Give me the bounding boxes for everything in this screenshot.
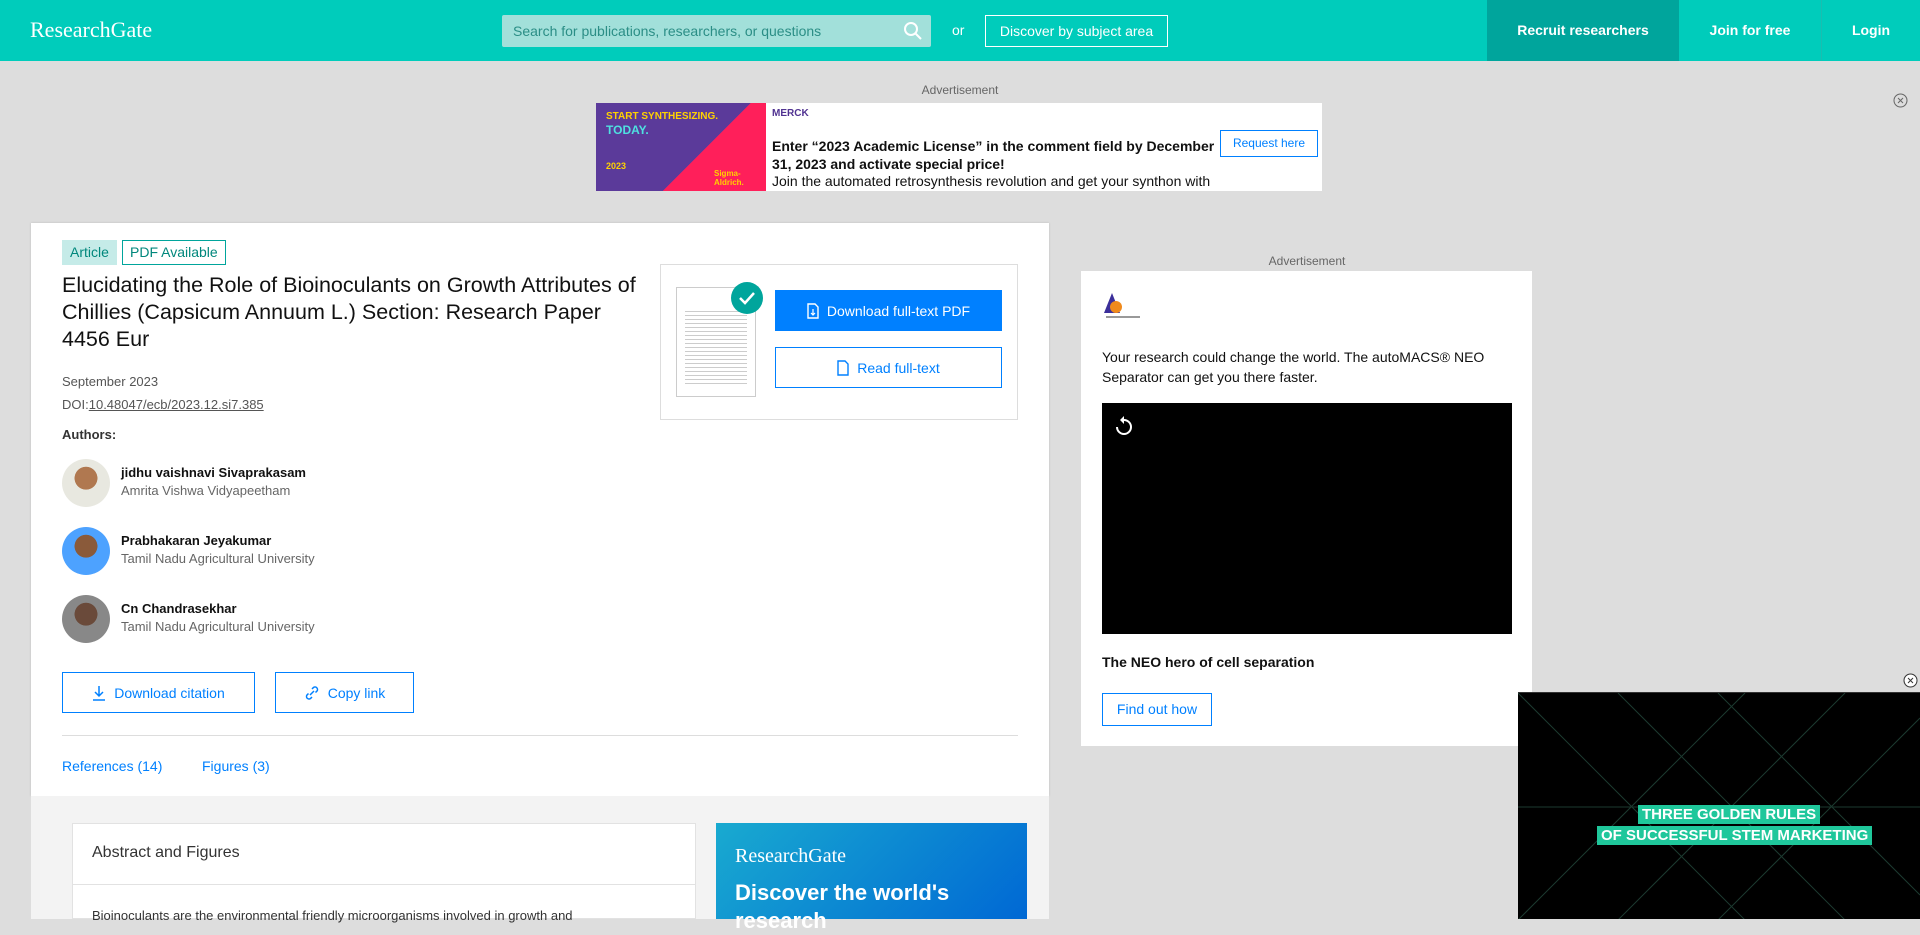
ad-image-text: 2023 (606, 161, 627, 171)
search-box[interactable] (502, 15, 931, 47)
button-label: Copy link (327, 684, 386, 701)
button-label: Download citation (114, 684, 225, 701)
login-button[interactable]: Login (1822, 0, 1920, 61)
ad-image-text: TODAY. (606, 123, 649, 137)
download-icon (93, 685, 106, 701)
abstract-heading: Abstract and Figures (92, 844, 240, 861)
abstract-card: Abstract and Figures Bioinoculants are t… (72, 823, 696, 923)
author-name[interactable]: Prabhakaran Jeyakumar (121, 533, 271, 548)
tab-references[interactable]: References (14) (62, 758, 162, 774)
pdf-file-icon (807, 302, 819, 319)
pdf-available-badge: PDF Available (122, 240, 226, 265)
video-player[interactable] (1102, 403, 1512, 634)
ad-heading: The NEO hero of cell separation (1102, 654, 1315, 670)
find-out-how-button[interactable]: Find out how (1102, 693, 1212, 726)
top-ad-banner[interactable]: START SYNTHESIZING. TODAY. 2023 Sigma-Al… (596, 103, 1322, 191)
video-text: OF SUCCESSFUL STEM MARKETING (1597, 826, 1873, 845)
recruit-researchers-button[interactable]: Recruit researchers (1487, 0, 1679, 61)
ad-headline: Enter “2023 Academic License” in the com… (772, 138, 1215, 172)
logo[interactable]: ResearchGate (30, 17, 152, 43)
copy-link-button[interactable]: Copy link (275, 672, 414, 713)
read-fulltext-button[interactable]: Read full-text (775, 347, 1002, 388)
promo-headline: Discover the world's research (735, 880, 950, 933)
side-ad[interactable]: Your research could change the world. Th… (1081, 271, 1532, 746)
publication-date: September 2023 (62, 374, 159, 389)
avatar[interactable] (62, 527, 110, 575)
doi-label: DOI: (62, 397, 89, 412)
check-icon (731, 282, 763, 314)
avatar[interactable] (62, 459, 110, 507)
ad-image-text: START SYNTHESIZING. (606, 111, 719, 122)
top-nav: ResearchGate or Discover by subject area… (0, 0, 1920, 61)
discover-promo[interactable]: ResearchGate Discover the world's resear… (716, 823, 1027, 933)
avatar[interactable] (62, 595, 110, 643)
close-icon[interactable] (1893, 93, 1908, 108)
author-name[interactable]: jidhu vaishnavi Sivaprakasam (121, 465, 306, 480)
ad-body: Join the automated retrosynthesis revolu… (772, 173, 1211, 189)
author-name[interactable]: Cn Chandrasekhar (121, 601, 237, 616)
tab-figures[interactable]: Figures (3) (202, 758, 270, 774)
search-icon[interactable] (903, 21, 923, 41)
article-type-badge: Article (62, 240, 117, 265)
author-affiliation: Tamil Nadu Agricultural University (121, 551, 315, 566)
discover-subject-button[interactable]: Discover by subject area (985, 15, 1168, 47)
button-label: Download full-text PDF (826, 302, 971, 319)
or-label: or (952, 22, 965, 38)
join-button[interactable]: Join for free (1679, 0, 1821, 61)
divider (62, 735, 1018, 736)
ad-label: Advertisement (1268, 254, 1346, 268)
search-input[interactable] (502, 15, 882, 47)
author-affiliation: Amrita Vishwa Vidyapeetham (121, 483, 291, 498)
divider (73, 884, 695, 885)
ad-image: START SYNTHESIZING. TODAY. 2023 Sigma-Al… (596, 103, 766, 191)
replay-icon[interactable] (1114, 415, 1134, 437)
file-icon (837, 359, 849, 376)
download-citation-button[interactable]: Download citation (62, 672, 255, 713)
article-title: Elucidating the Role of Bioinoculants on… (62, 273, 636, 351)
download-pdf-button[interactable]: Download full-text PDF (775, 290, 1002, 331)
merck-logo: MERCK (772, 108, 809, 119)
link-icon (305, 685, 318, 700)
author-affiliation: Tamil Nadu Agricultural University (121, 619, 315, 634)
abstract-text: Bioinoculants are the environmental frie… (92, 908, 573, 923)
ad-label: Advertisement (921, 83, 999, 97)
promo-logo: ResearchGate (735, 845, 847, 867)
floating-video-ad[interactable]: THREE GOLDEN RULES OF SUCCESSFUL STEM MA… (1518, 692, 1920, 919)
request-here-button[interactable]: Request here (1220, 130, 1318, 157)
doi-link[interactable]: 10.48047/ecb/2023.12.si7.385 (89, 397, 264, 412)
ad-image-text: Sigma-Aldrich. (714, 169, 744, 187)
ad-text: Your research could change the world. Th… (1102, 349, 1485, 385)
video-text: THREE GOLDEN RULES (1638, 805, 1821, 824)
close-icon[interactable] (1903, 673, 1918, 688)
authors-label: Authors: (62, 427, 117, 442)
button-label: Read full-text (857, 359, 940, 376)
advertiser-logo (1104, 293, 1140, 318)
